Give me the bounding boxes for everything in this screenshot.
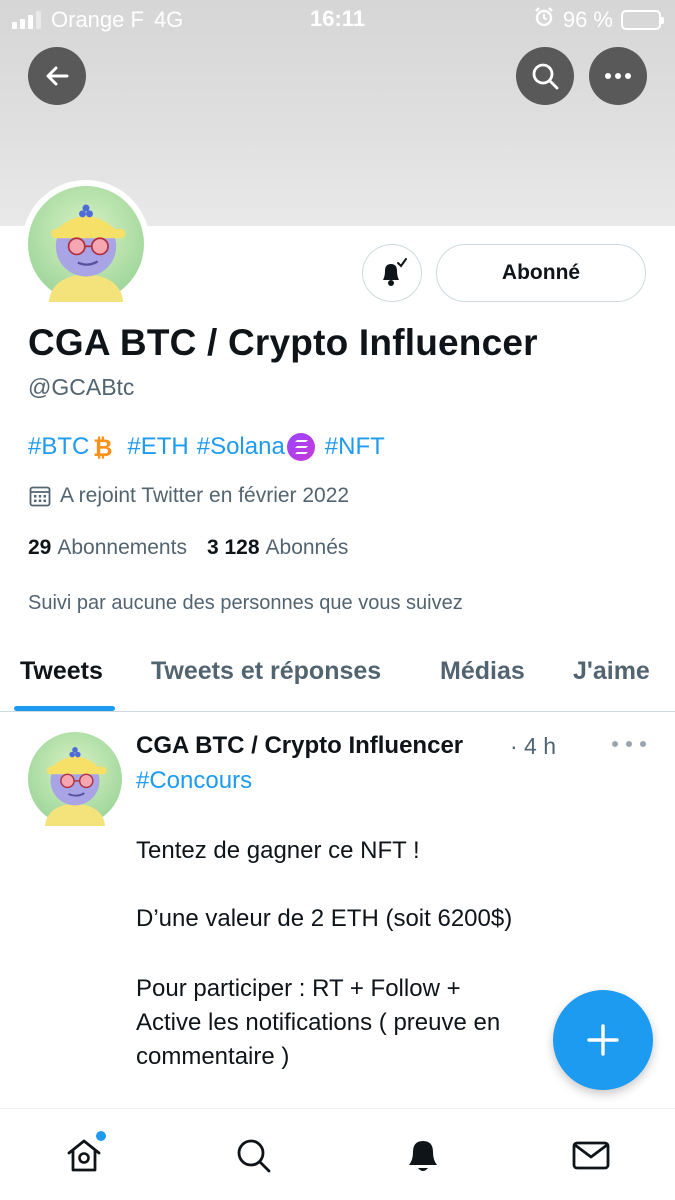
tweet-text-line: commentaire ) (136, 1043, 290, 1070)
tab-likes[interactable]: J'aime (573, 657, 650, 686)
tweet-avatar[interactable] (28, 732, 122, 826)
bottom-navigation (0, 1108, 675, 1200)
followers-count: 3 128 (206, 536, 260, 559)
avatar-image (28, 186, 144, 302)
follow-stats: 29 Abonnements 3 128 Abonnés (28, 536, 348, 560)
hashtag-nft[interactable]: #NFT (325, 433, 385, 461)
avatar-image (28, 732, 122, 826)
calendar-icon (29, 486, 51, 507)
nav-messages[interactable] (569, 1133, 613, 1177)
svg-text:₿: ₿ (93, 434, 113, 460)
tweet-text-line: Tentez de gagner ce NFT ! (136, 837, 420, 864)
notifications-bell-icon (409, 1141, 437, 1171)
tweet-more-button[interactable] (612, 734, 646, 754)
solana-icon (286, 433, 315, 461)
tweet-text-line: Active les notifications ( preuve en (136, 1009, 501, 1036)
followers-label: Abonnés (265, 536, 349, 559)
alarm-icon (533, 6, 555, 34)
more-icon (605, 73, 631, 79)
back-button[interactable] (28, 47, 86, 105)
following-button[interactable]: Abonné (436, 244, 646, 302)
profile-handle: @GCABtc (28, 374, 135, 400)
compose-plus-icon (587, 1024, 619, 1056)
tweet-text-line: D’une valeur de 2 ETH (soit 6200$) (136, 905, 513, 932)
tab-tweets-and-replies[interactable]: Tweets et réponses (151, 657, 381, 686)
messages-envelope-icon (572, 1141, 610, 1170)
joined-text: A rejoint Twitter en février 2022 (60, 484, 350, 507)
battery-icon (621, 10, 664, 30)
back-arrow-icon (46, 66, 69, 86)
tweet-author-name[interactable]: CGA BTC / Crypto Influencer (136, 732, 463, 760)
battery-percent: 96 % (562, 7, 613, 32)
profile-bio: #BTC ₿ #ETH #Solana #NFT (28, 433, 385, 462)
profile-name: CGA BTC / Crypto Influencer (28, 322, 538, 363)
search-icon (532, 63, 559, 90)
bitcoin-icon: ₿ (91, 434, 115, 462)
joined-date: A rejoint Twitter en février 2022 (28, 484, 349, 508)
tweet-text-line: Pour participer : RT + Follow + (136, 975, 461, 1002)
nav-notifications[interactable] (401, 1133, 445, 1177)
notifications-toggle-button[interactable] (362, 244, 422, 302)
tab-media[interactable]: Médias (440, 657, 525, 686)
hashtag-solana[interactable]: #Solana (197, 433, 285, 461)
home-new-indicator (96, 1131, 106, 1141)
tab-tweets[interactable]: Tweets (20, 657, 103, 686)
profile-avatar[interactable] (22, 180, 150, 308)
tweet-time: · 4 h (510, 733, 557, 759)
status-bar: Orange F 4G 16:11 96 % (0, 0, 675, 38)
active-tab-indicator (14, 706, 115, 711)
following-label: Abonnements (57, 536, 187, 559)
home-icon (67, 1139, 101, 1172)
bell-check-icon (383, 258, 407, 286)
compose-tweet-button[interactable] (553, 990, 653, 1090)
hashtag-btc[interactable]: #BTC (28, 433, 89, 461)
hashtag-eth[interactable]: #ETH (127, 433, 188, 461)
tweet-hashtag[interactable]: #Concours (136, 767, 252, 795)
more-options-button[interactable] (589, 47, 647, 105)
following-link[interactable]: 29 Abonnements (28, 536, 187, 560)
nav-explore[interactable] (231, 1133, 275, 1177)
profile-tabs: Tweets Tweets et réponses Médias J'aime (0, 640, 675, 712)
status-right: 96 % (533, 6, 664, 34)
search-button[interactable] (516, 47, 574, 105)
followed-by-text: Suivi par aucune des personnes que vous … (28, 592, 463, 614)
explore-search-icon (237, 1139, 271, 1173)
followers-link[interactable]: 3 128 Abonnés (207, 536, 348, 560)
following-count: 29 (28, 536, 52, 559)
